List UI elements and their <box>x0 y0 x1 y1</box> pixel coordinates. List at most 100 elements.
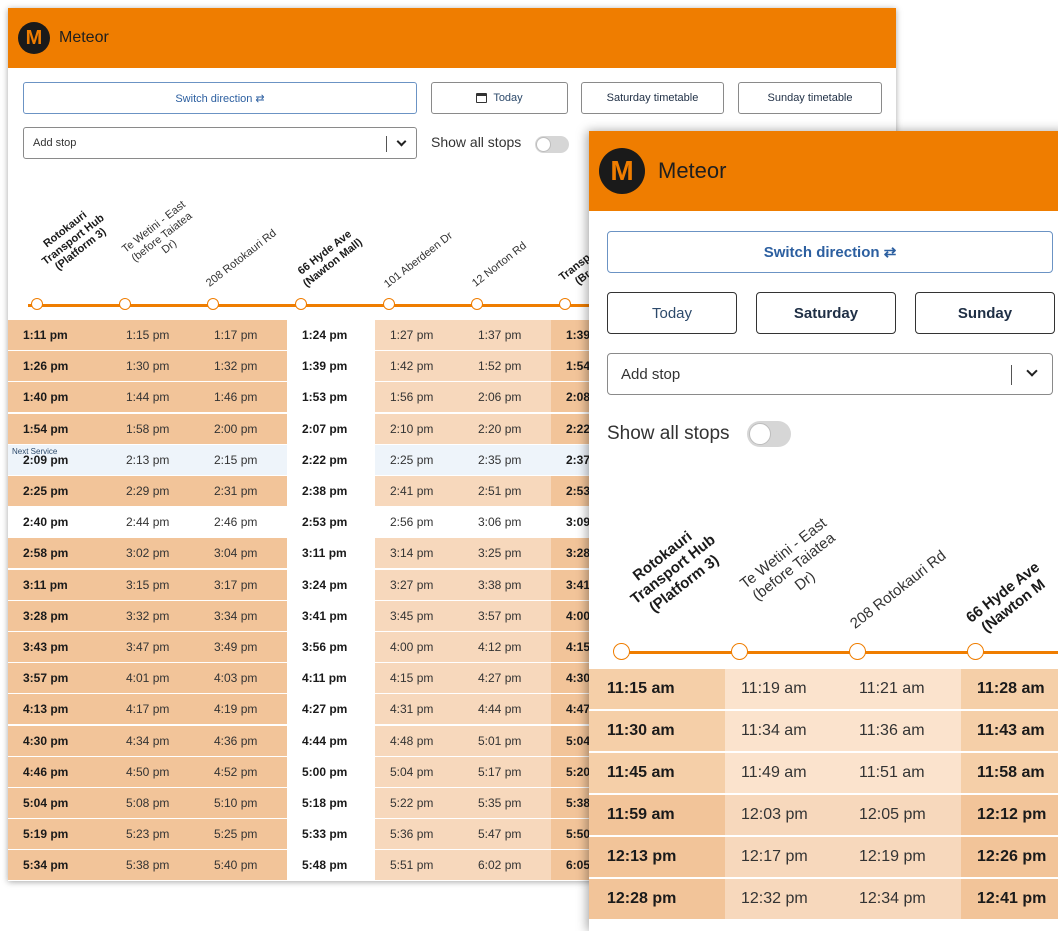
time-cell: 1:58 pm <box>111 413 199 444</box>
mobile-timetable-panel: M Meteor Switch direction ⇄ Today Saturd… <box>589 131 1058 931</box>
time-cell: 4:15 pm <box>375 663 463 694</box>
table-row: 11:30 am 11:34 am 11:36 am 11:43 am <box>589 711 1058 751</box>
time-cell: 2:00 pm <box>199 413 287 444</box>
time-cell: 11:19 am <box>725 669 843 709</box>
time-cell: 1:15 pm <box>111 320 199 350</box>
meteor-logo: M <box>599 148 645 194</box>
show-all-stops-toggle[interactable] <box>535 136 569 153</box>
time-cell: 1:26 pm <box>8 351 111 382</box>
brand-name: Meteor <box>658 158 727 183</box>
add-stop-select[interactable]: Add stop <box>23 127 417 159</box>
today-button[interactable]: Today <box>607 292 737 334</box>
time-cell: 4:44 pm <box>287 725 375 756</box>
time-cell: 12:17 pm <box>725 837 843 877</box>
today-label: Today <box>493 92 523 104</box>
stop-marker-circle <box>119 298 131 310</box>
stop-header-label: 66 Hyde Ave (Nawton Mall) <box>295 228 365 290</box>
time-cell: 2:22 pm <box>287 444 375 475</box>
time-cell: 1:37 pm <box>463 320 551 350</box>
table-row: 11:15 am 11:19 am 11:21 am 11:28 am <box>589 669 1058 709</box>
time-cell: 5:40 pm <box>199 850 287 881</box>
time-cell: 4:31 pm <box>375 694 463 725</box>
time-cell: 2:07 pm <box>287 413 375 444</box>
today-button[interactable]: Today <box>431 82 568 114</box>
time-cell: 12:13 pm <box>589 837 725 877</box>
time-cell: 11:36 am <box>843 711 961 751</box>
stop-header-label: 208 Rotokauri Rd <box>204 227 279 290</box>
table-row: 5:04 pm 5:08 pm 5:10 pm 5:18 pm 5:22 pm 5:35 … <box>8 788 639 818</box>
switch-direction-button[interactable]: Switch direction ⇄ <box>23 82 417 114</box>
time-cell: 5:38 pm <box>111 850 199 881</box>
time-cell: 12:41 pm <box>961 879 1058 919</box>
chevron-down-icon[interactable] <box>1026 365 1038 377</box>
time-cell: 1:32 pm <box>199 351 287 382</box>
time-cell: 4:44 pm <box>463 694 551 725</box>
time-cell: 4:52 pm <box>199 756 287 787</box>
time-cell: 12:12 pm <box>961 795 1058 835</box>
stop-header-label: Rotokauri Transport Hub (Platform 3) <box>39 209 109 274</box>
time-cell: 3:17 pm <box>199 569 287 600</box>
select-divider <box>1011 365 1012 385</box>
time-cell: 3:11 pm <box>287 538 375 569</box>
time-cell: 3:04 pm <box>199 538 287 569</box>
time-cell: 11:59 am <box>589 795 725 835</box>
time-cell: 5:47 pm <box>463 819 551 850</box>
table-row: 2:09 pm 2:13 pm 2:15 pm 2:22 pm 2:25 pm 2:35 … <box>8 444 639 475</box>
toggle-knob <box>749 423 771 445</box>
time-cell: 5:19 pm <box>8 819 111 850</box>
stop-marker-circle <box>559 298 571 310</box>
time-cell: 4:27 pm <box>463 663 551 694</box>
stop-marker-circle <box>731 643 748 660</box>
time-cell: 11:30 am <box>589 711 725 751</box>
sunday-timetable-button[interactable]: Sunday timetable <box>738 82 882 114</box>
stop-header-label: Te Wetini - East (before Taiatea Dr) <box>737 514 839 605</box>
add-stop-placeholder: Add stop <box>33 137 77 149</box>
header-bar: M Meteor <box>8 8 896 68</box>
table-row: 1:26 pm 1:30 pm 1:32 pm 1:39 pm 1:42 pm 1:52 … <box>8 351 639 382</box>
add-stop-placeholder: Add stop <box>621 365 681 383</box>
table-row: 2:58 pm 3:02 pm 3:04 pm 3:11 pm 3:14 pm 3:25 … <box>8 538 639 569</box>
time-cell: 3:45 pm <box>375 600 463 631</box>
time-cell: 12:05 pm <box>843 795 961 835</box>
time-cell: 12:28 pm <box>589 879 725 919</box>
add-stop-select[interactable]: Add stop <box>607 353 1053 395</box>
switch-direction-button[interactable]: Switch direction ⇄ <box>607 231 1053 273</box>
time-cell: 4:01 pm <box>111 663 199 694</box>
table-row: 2:40 pm 2:44 pm 2:46 pm 2:53 pm 2:56 pm 3:06 … <box>8 507 639 538</box>
time-cell: 3:47 pm <box>111 632 199 662</box>
time-cell: 11:45 am <box>589 753 725 793</box>
time-cell: 1:24 pm <box>287 320 375 350</box>
saturday-timetable-button[interactable]: Saturday timetable <box>581 82 724 114</box>
time-cell: 5:18 pm <box>287 788 375 818</box>
time-cell: 2:56 pm <box>375 507 463 538</box>
table-row: 11:45 am 11:49 am 11:51 am 11:58 am <box>589 753 1058 793</box>
select-divider <box>386 136 387 152</box>
time-cell: 2:25 pm <box>8 476 111 506</box>
time-cell: 3:38 pm <box>463 569 551 600</box>
stop-header-label: 208 Rotokauri Rd <box>847 547 950 633</box>
table-row: 12:13 pm 12:17 pm 12:19 pm 12:26 pm <box>589 837 1058 877</box>
route-line <box>619 651 1058 654</box>
table-row: 1:40 pm 1:44 pm 1:46 pm 1:53 pm 1:56 pm 2:06 … <box>8 382 639 413</box>
time-cell: 5:48 pm <box>287 850 375 881</box>
time-cell: 3:02 pm <box>111 538 199 569</box>
time-cell: 1:42 pm <box>375 351 463 382</box>
stop-marker-circle <box>295 298 307 310</box>
stop-header-label: Te Wetini - East (before Taiatea Dr) <box>120 198 195 265</box>
show-all-stops-toggle[interactable] <box>747 421 791 447</box>
time-cell: 3:14 pm <box>375 538 463 569</box>
time-cell: 3:15 pm <box>111 569 199 600</box>
time-cell: 1:11 pm <box>8 320 111 350</box>
chevron-down-icon[interactable] <box>396 136 407 147</box>
time-cell: 1:30 pm <box>111 351 199 382</box>
sunday-button[interactable]: Sunday <box>915 292 1055 334</box>
table-row: 4:46 pm 4:50 pm 4:52 pm 5:00 pm 5:04 pm 5:17 … <box>8 756 639 787</box>
table-row: 2:25 pm 2:29 pm 2:31 pm 2:38 pm 2:41 pm 2:51 … <box>8 476 639 506</box>
time-cell: 1:17 pm <box>199 320 287 350</box>
time-cell: 4:48 pm <box>375 725 463 756</box>
time-cell: 2:38 pm <box>287 476 375 506</box>
time-cell: 5:34 pm <box>8 850 111 881</box>
stop-marker-circle <box>471 298 483 310</box>
saturday-button[interactable]: Saturday <box>756 292 896 334</box>
time-cell: 1:53 pm <box>287 382 375 413</box>
